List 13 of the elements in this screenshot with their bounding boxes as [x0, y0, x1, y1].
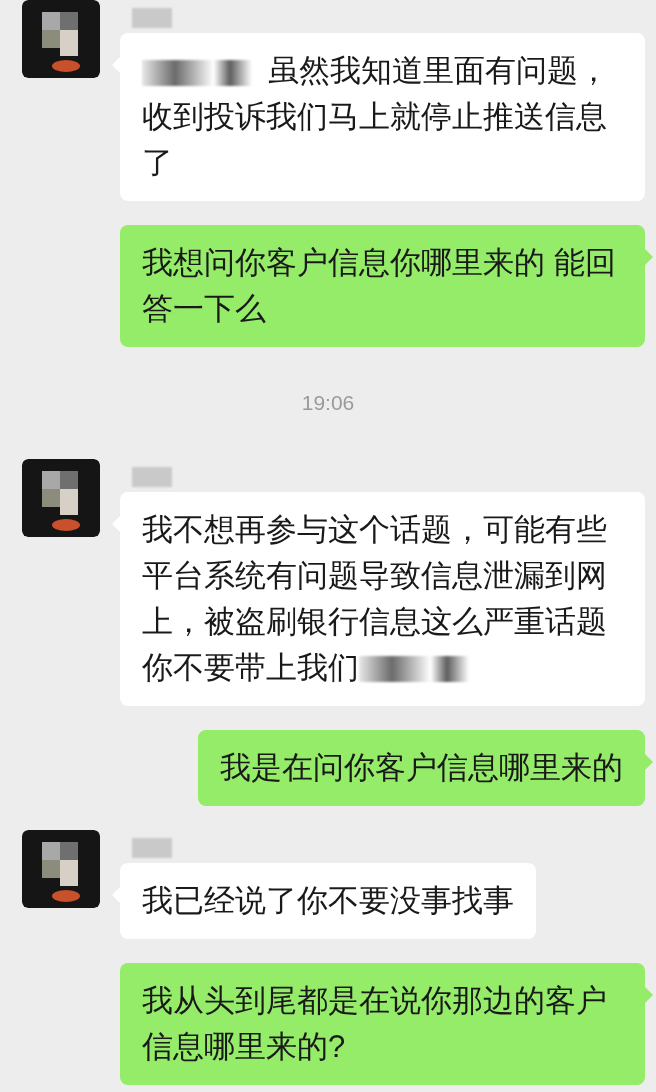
message-text: 虽然我知道里面有问题，收到投诉我们马上就停止推送信息了	[142, 53, 609, 180]
redaction-mark	[132, 837, 172, 858]
redaction-mark	[132, 8, 172, 28]
avatar[interactable]	[22, 829, 100, 908]
message-text: 我从头到尾都是在说你那边的客户信息哪里来的?	[142, 982, 607, 1064]
redaction-mark	[132, 466, 172, 487]
message-text: 我是在问你客户信息哪里来的	[220, 749, 623, 785]
message-text: 我不想再参与这个话题，可能有些平台系统有问题导致信息泄漏到网上，被盗刷银行信息这么严重话题你不要带上我们	[142, 511, 607, 685]
avatar[interactable]	[22, 0, 100, 78]
message-text: 我想问你客户信息你哪里来的 能回答一下么	[142, 245, 616, 326]
avatar[interactable]	[22, 458, 100, 537]
message-text: 我已经说了你不要没事找事	[142, 882, 514, 918]
timestamp: 19:06	[301, 390, 355, 416]
